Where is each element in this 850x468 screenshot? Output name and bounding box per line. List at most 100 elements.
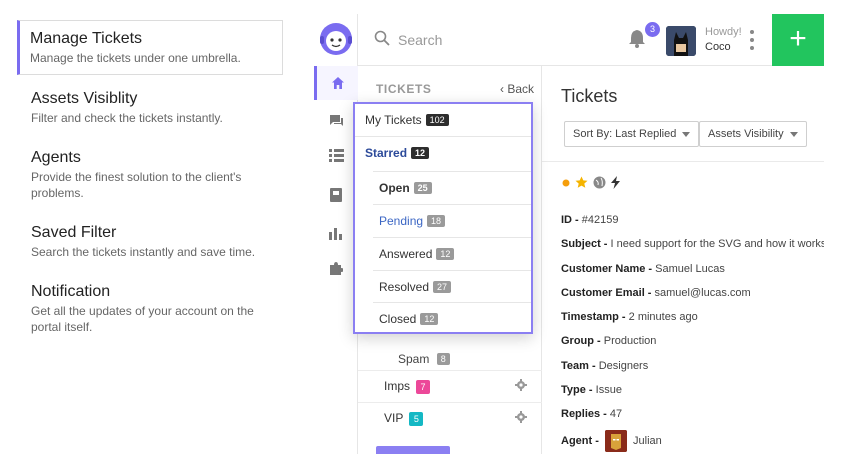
spam-count: 8	[436, 353, 450, 365]
feature-desc: Search the tickets instantly and save ti…	[31, 245, 256, 259]
dot-icon	[562, 179, 570, 186]
feature-assets-visibility[interactable]: Assets Visiblity Filter and check the ti…	[17, 81, 283, 134]
caret-down-icon	[682, 131, 691, 137]
greeting: Howdy!	[705, 26, 742, 38]
dropdown-starred[interactable]: Starred 12	[355, 137, 531, 170]
globe-icon	[593, 176, 606, 189]
user-avatar[interactable]	[666, 26, 696, 56]
assets-label: Assets Visibility	[708, 128, 784, 140]
sort-label: Sort By: Last Replied	[573, 128, 677, 140]
dropdown-status-resolved[interactable]: Resolved 27	[355, 271, 531, 304]
home-icon	[331, 77, 344, 89]
dropdown-my-tickets[interactable]: My Tickets 102	[355, 104, 531, 137]
search-input[interactable]	[398, 28, 598, 52]
item-count: 12	[420, 313, 439, 325]
item-count: 25	[413, 182, 432, 194]
dropdown-status-closed[interactable]: Closed 12	[355, 303, 531, 336]
chart-icon	[329, 228, 342, 240]
agent-avatar	[604, 430, 627, 452]
customer-email: Customer Email - samuel@lucas.com	[561, 287, 751, 299]
label-name: VIP	[384, 411, 404, 425]
feature-manage-tickets[interactable]: Manage Tickets Manage the tickets under …	[17, 20, 283, 75]
bolt-icon	[611, 176, 620, 189]
feature-agents[interactable]: Agents Provide the finest solution to th…	[17, 140, 283, 209]
dropdown-status-open[interactable]: Open 25	[355, 172, 531, 205]
ticket-filter-dropdown: My Tickets 102 Starred 12 Open 25 Pending 18…	[353, 102, 533, 334]
star-icon[interactable]	[575, 176, 588, 189]
customer-name: Customer Name - Samuel Lucas	[561, 263, 725, 275]
label-item-imps[interactable]: Imps 7	[358, 370, 542, 402]
search-icon	[374, 30, 390, 46]
dropdown-status-answered[interactable]: Answered 12	[355, 238, 531, 271]
feature-desc: Manage the tickets under one umbrella.	[30, 51, 241, 65]
username: Coco	[705, 41, 731, 53]
feature-title: Assets Visiblity	[31, 90, 138, 107]
page-title: Tickets	[561, 86, 618, 106]
item-count: 102	[425, 114, 449, 126]
feature-title: Notification	[31, 283, 111, 300]
item-label: Pending	[379, 214, 424, 228]
feature-notification[interactable]: Notification Get all the updates of your…	[17, 274, 283, 343]
item-label: My Tickets	[365, 113, 422, 127]
chat-icon	[329, 115, 343, 126]
feature-title: Agents	[31, 149, 81, 166]
spam-label: Spam	[398, 352, 430, 366]
ticket-flags	[562, 176, 620, 189]
nav-messages[interactable]	[314, 104, 358, 138]
ticket-subject: Subject - I need support for the SVG and…	[561, 238, 824, 250]
ticket-detail-panel: Tickets Sort By: Last Replied Assets Vis…	[542, 66, 824, 454]
bell-icon[interactable]	[628, 28, 646, 48]
spam-item[interactable]: Spam 8	[398, 352, 450, 366]
label-name: Imps	[384, 379, 411, 393]
ticket-team: Team - Designers	[561, 360, 649, 372]
back-link[interactable]: ‹ Back	[500, 82, 534, 96]
ticket-agent: Agent - Julian	[561, 430, 662, 452]
nav-list[interactable]	[314, 138, 358, 172]
nav-knowledge[interactable]	[314, 178, 358, 212]
sort-dropdown[interactable]: Sort By: Last Replied	[564, 121, 700, 147]
nav-home[interactable]	[314, 66, 358, 100]
item-label: Resolved	[379, 280, 430, 294]
item-label: Closed	[379, 312, 417, 326]
assets-visibility-dropdown[interactable]: Assets Visibility	[699, 121, 807, 147]
kebab-icon[interactable]	[749, 30, 755, 50]
settings-icon[interactable]	[515, 411, 527, 423]
feature-desc: Filter and check the tickets instantly.	[31, 111, 223, 125]
item-count: 12	[411, 147, 430, 159]
logo-icon	[317, 20, 355, 58]
label-count: 7	[416, 380, 431, 394]
list-icon	[328, 148, 344, 162]
feature-saved-filter[interactable]: Saved Filter Search the tickets instantl…	[17, 215, 283, 268]
dropdown-status-pending[interactable]: Pending 18	[355, 205, 531, 238]
label-item-vip[interactable]: VIP 5	[358, 402, 542, 434]
ticket-group: Group - Production	[561, 335, 657, 347]
item-label: Starred	[365, 146, 408, 160]
puzzle-icon	[330, 262, 343, 275]
add-ticket-button[interactable]: +	[772, 14, 824, 66]
book-icon	[330, 188, 342, 202]
feature-title: Manage Tickets	[30, 30, 143, 47]
tickets-heading: TICKETS	[376, 82, 432, 96]
ticket-id: ID - #42159	[561, 214, 619, 226]
new-label-button[interactable]	[376, 446, 450, 454]
ticket-type: Type - Issue	[561, 384, 622, 396]
nav-reports[interactable]	[314, 216, 358, 250]
notification-badge: 3	[645, 22, 660, 37]
ticket-timestamp: Timestamp - 2 minutes ago	[561, 311, 698, 323]
label-count: 5	[409, 412, 424, 426]
divider	[542, 161, 824, 162]
back-label: Back	[507, 82, 535, 96]
caret-down-icon	[789, 131, 798, 137]
nav-integrations[interactable]	[314, 252, 358, 286]
feature-title: Saved Filter	[31, 224, 117, 241]
item-count: 12	[436, 248, 455, 260]
feature-desc: Provide the finest solution to the clien…	[31, 170, 242, 200]
item-count: 18	[427, 215, 446, 227]
item-label: Answered	[379, 247, 433, 261]
icon-rail	[314, 14, 358, 454]
item-label: Open	[379, 181, 410, 195]
feature-list: Manage Tickets Manage the tickets under …	[17, 20, 283, 349]
ticket-replies: Replies - 47	[561, 408, 623, 420]
top-bar: 3 Howdy! Coco +	[358, 14, 824, 66]
settings-icon[interactable]	[515, 379, 527, 391]
